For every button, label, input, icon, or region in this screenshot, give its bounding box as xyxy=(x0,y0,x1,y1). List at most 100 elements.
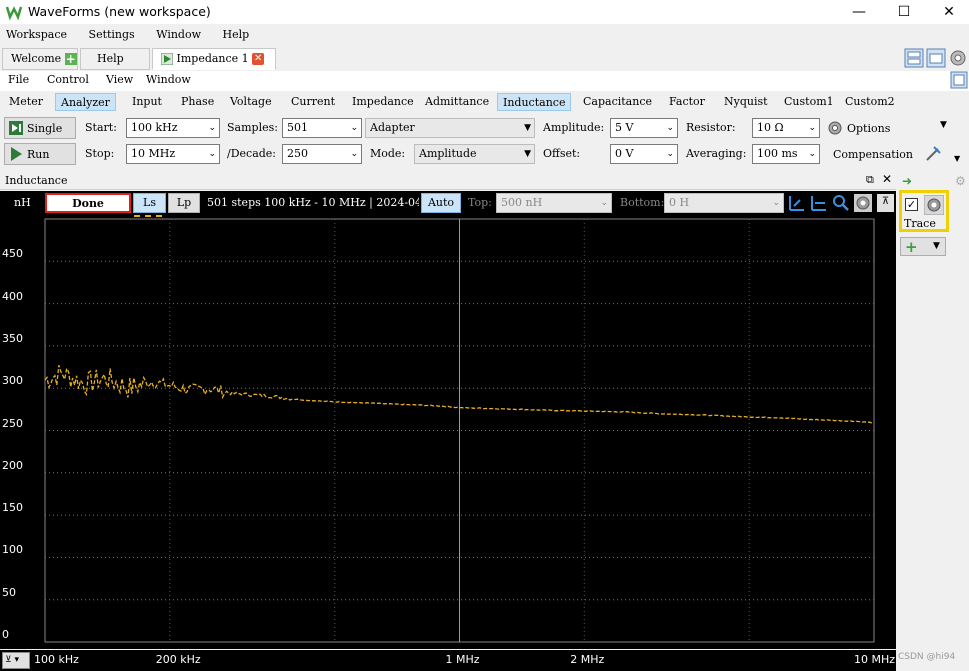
menu-workspace[interactable]: Workspace xyxy=(6,28,67,41)
top-label: Top: xyxy=(468,196,492,209)
bottom-label: Bottom: xyxy=(620,196,665,209)
sweep-info: 501 steps 100 kHz - 10 MHz | 2024-04 xyxy=(207,196,419,209)
trace-card: ✓ Trace xyxy=(899,190,949,232)
subtab-custom2[interactable]: Custom2 xyxy=(840,93,900,111)
x-tick-label: 2 MHz xyxy=(570,653,605,666)
samples-value: 501 xyxy=(287,121,308,134)
plot-settings-gear-icon[interactable] xyxy=(854,194,872,212)
y-tick-label: 250 xyxy=(2,416,23,430)
add-icon[interactable]: + xyxy=(64,53,77,65)
settings-gear-icon[interactable] xyxy=(948,48,968,68)
bottom-select[interactable]: 0 H ⌄ xyxy=(664,193,784,213)
mode-label: Mode: xyxy=(370,147,406,160)
close-button[interactable]: ✕ xyxy=(926,0,969,24)
play-icon xyxy=(161,53,173,65)
view-tabs: Meter Analyzer Input Phase Voltage Curre… xyxy=(0,92,896,112)
inductance-chart[interactable] xyxy=(0,191,896,649)
control-toolbar: Single Run Start: 100 kHz ⌄ Stop: 10 MHz ⌄… xyxy=(0,114,969,170)
resistor-label: Resistor: xyxy=(686,121,736,134)
lp-button[interactable]: Lp xyxy=(168,193,200,213)
subtab-voltage[interactable]: Voltage xyxy=(225,93,277,111)
x-axis-menu-icon[interactable]: ⊻ ▾ xyxy=(2,652,30,669)
amplitude-select[interactable]: 5 V ⌄ xyxy=(610,118,678,138)
subtab-capacitance[interactable]: Capacitance xyxy=(578,93,657,111)
x-tick-label: 200 kHz xyxy=(155,653,201,666)
tab-help[interactable]: Help xyxy=(80,48,150,70)
options-dropdown-icon[interactable]: ▼ xyxy=(940,120,947,130)
chevron-down-icon: ▼ xyxy=(933,241,940,251)
subtab-inductance[interactable]: Inductance xyxy=(497,93,572,111)
menu-help[interactable]: Help xyxy=(223,28,250,41)
menu-settings[interactable]: Settings xyxy=(89,28,135,41)
chevron-down-icon: ⌄ xyxy=(350,123,358,133)
close-panel-icon[interactable]: ✕ xyxy=(882,172,892,186)
menu-view[interactable]: View xyxy=(106,73,133,86)
samples-select[interactable]: 501 ⌄ xyxy=(282,118,362,138)
x-tick-label: 1 MHz xyxy=(445,653,480,666)
window-layout-icon[interactable] xyxy=(926,48,946,68)
averaging-select[interactable]: 100 ms ⌄ xyxy=(752,144,820,164)
tab-welcome[interactable]: Welcome + xyxy=(2,48,78,70)
undock-icon[interactable]: ⧉ xyxy=(866,173,874,187)
adapter-select[interactable]: Adapter ▼ xyxy=(365,118,535,138)
stop-value: 10 MHz xyxy=(131,147,176,160)
fit-x-icon[interactable] xyxy=(788,194,806,212)
y-tick-label: 150 xyxy=(2,501,23,515)
start-select[interactable]: 100 kHz ⌄ xyxy=(126,118,220,138)
subtab-input[interactable]: Input xyxy=(127,93,167,111)
plot-area[interactable]: 500450400350300250200150100500 xyxy=(0,191,896,649)
ls-legend-line xyxy=(134,215,162,217)
subtab-phase[interactable]: Phase xyxy=(176,93,219,111)
trace-label: Trace xyxy=(904,217,936,230)
decade-select[interactable]: 250 ⌄ xyxy=(282,144,362,164)
subtab-admittance[interactable]: Admittance xyxy=(420,93,494,111)
single-button[interactable]: Single xyxy=(4,117,76,139)
subtab-impedance[interactable]: Impedance xyxy=(347,93,419,111)
trace-settings-gear-icon[interactable] xyxy=(924,195,944,215)
menu-window2[interactable]: Window xyxy=(146,73,191,86)
offset-select[interactable]: 0 V ⌄ xyxy=(610,144,678,164)
stop-select[interactable]: 10 MHz ⌄ xyxy=(126,144,220,164)
auto-button[interactable]: Auto xyxy=(421,193,461,213)
subtab-meter[interactable]: Meter xyxy=(4,93,48,111)
subtab-factor[interactable]: Factor xyxy=(664,93,710,111)
maximize-button[interactable]: ☐ xyxy=(881,0,927,24)
arrow-right-icon[interactable]: ➜ xyxy=(902,174,912,188)
chevron-down-icon: ⌄ xyxy=(666,123,674,133)
subtab-analyzer[interactable]: Analyzer xyxy=(55,93,116,111)
averaging-value: 100 ms xyxy=(757,147,798,160)
options-button[interactable]: Options xyxy=(847,122,890,135)
add-trace-button[interactable]: + ▼ xyxy=(900,237,946,256)
chevron-down-icon: ⌄ xyxy=(208,149,216,159)
layout-icon[interactable] xyxy=(904,48,924,68)
fit-y-icon[interactable] xyxy=(810,194,828,212)
minimize-button[interactable]: — xyxy=(836,0,882,24)
stop-label: Stop: xyxy=(85,147,115,160)
run-button[interactable]: Run xyxy=(4,143,76,165)
plot-toolbar: nH Done Ls Lp 501 steps 100 kHz - 10 MHz… xyxy=(0,191,896,217)
subtab-current[interactable]: Current xyxy=(286,93,340,111)
top-select[interactable]: 500 nH ⌄ xyxy=(496,193,612,213)
panel-settings-icon[interactable]: ⚙ xyxy=(955,174,966,188)
chevron-down-icon: ⌄ xyxy=(808,149,816,159)
resistor-select[interactable]: 10 Ω ⌄ xyxy=(752,118,820,138)
compensation-label: Compensation xyxy=(833,148,913,161)
compensation-tool-icon[interactable] xyxy=(924,145,942,163)
tab-impedance[interactable]: Impedance 1 ✕ xyxy=(152,48,276,70)
menu-window[interactable]: Window xyxy=(156,28,201,41)
close-tab-icon[interactable]: ✕ xyxy=(252,53,265,65)
subtab-custom1[interactable]: Custom1 xyxy=(779,93,839,111)
tab-impedance-label: Impedance 1 xyxy=(176,52,249,65)
subtab-nyquist[interactable]: Nyquist xyxy=(719,93,773,111)
mode-select[interactable]: Amplitude ▼ xyxy=(414,144,535,164)
ls-button[interactable]: Ls xyxy=(133,193,166,213)
pin-icon[interactable]: ⊼ xyxy=(877,194,894,212)
compensation-dropdown-icon[interactable]: ▼ xyxy=(954,154,960,163)
zoom-icon[interactable] xyxy=(832,194,850,212)
restore-icon[interactable] xyxy=(950,71,968,89)
menu-file[interactable]: File xyxy=(8,73,29,86)
trace-checkbox[interactable]: ✓ xyxy=(905,198,918,211)
menu-control[interactable]: Control xyxy=(47,73,89,86)
chevron-down-icon: ⌄ xyxy=(772,198,780,208)
options-gear-icon[interactable] xyxy=(827,120,843,136)
